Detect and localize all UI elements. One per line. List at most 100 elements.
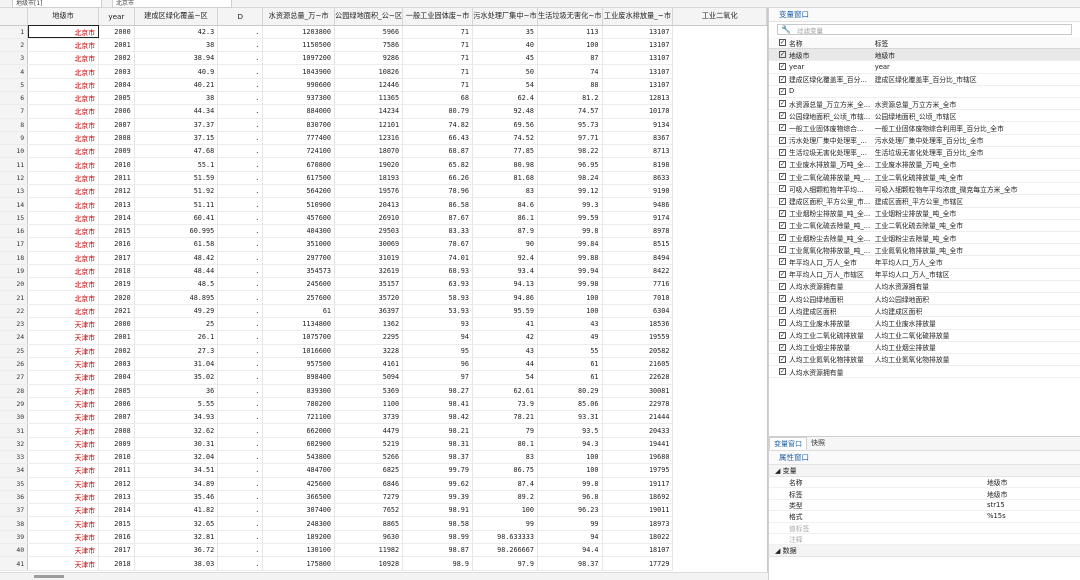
table-cell[interactable]: 5219 xyxy=(334,437,404,452)
table-cell[interactable]: 60.995 xyxy=(134,224,219,239)
table-row[interactable]: 17 北京市 2016 61.58. 351000 30069 78.67 90 99.84 85… xyxy=(0,237,767,252)
table-cell[interactable]: 74 xyxy=(537,64,603,79)
table-cell[interactable]: 81.68 xyxy=(472,171,538,186)
table-cell[interactable]: 8422 xyxy=(602,264,674,279)
table-cell[interactable]: 48.895 xyxy=(134,290,219,305)
table-cell[interactable]: 天津市 xyxy=(27,344,99,358)
table-cell[interactable]: 58.93 xyxy=(402,290,473,305)
table-row[interactable]: 22 北京市 2021 49.29. 61 36397 53.93 95.59 100 6304 xyxy=(0,304,767,319)
tab-snapshots[interactable]: 快照 xyxy=(807,437,829,450)
table-cell[interactable]: 2015 xyxy=(98,516,135,531)
variable-checkbox[interactable]: ✓ xyxy=(779,100,786,108)
variable-list-item[interactable]: ✓ year year xyxy=(769,61,1080,74)
table-cell[interactable]: 18692 xyxy=(602,490,674,505)
variable-checkbox[interactable]: ✓ xyxy=(779,270,786,278)
cell-value[interactable]: 北京市 xyxy=(112,0,232,8)
table-cell[interactable]: 9486 xyxy=(602,197,674,212)
table-cell[interactable]: 777400 xyxy=(262,131,335,146)
variable-list-item[interactable]: ✓ 工业烟粉尘去除量_吨_全... 工业烟粉尘去除量_吨_全市 xyxy=(769,232,1080,245)
table-cell[interactable]: 94 xyxy=(537,530,603,545)
table-row[interactable]: 41 天津市 2018 38.03. 175800 10928 98.9 97.9 98.37 1… xyxy=(0,556,767,571)
table-cell[interactable]: 97.9 xyxy=(472,556,538,571)
table-cell[interactable]: 87.9 xyxy=(472,224,538,239)
table-cell[interactable]: 10170 xyxy=(602,104,674,119)
variable-list-item[interactable]: ✓ 可吸入细颗粒物年平均... 可吸入细颗粒物年平均浓度_微克每立方米_全市 xyxy=(769,183,1080,196)
variable-list-item[interactable]: ✓ D xyxy=(769,86,1080,98)
table-cell[interactable]: 4479 xyxy=(334,423,404,438)
variable-checkbox[interactable]: ✓ xyxy=(779,87,786,95)
table-cell[interactable]: 54 xyxy=(472,370,538,385)
table-cell[interactable]: 99.98 xyxy=(537,277,603,292)
column-header[interactable]: D xyxy=(217,8,264,26)
table-row[interactable]: 12 北京市 2011 51.59. 617500 18193 66.26 81.68 98.2… xyxy=(0,171,767,186)
table-cell[interactable]: 100 xyxy=(537,463,603,478)
table-cell[interactable]: . xyxy=(217,224,264,239)
tab-variables[interactable]: 变量窗口 xyxy=(769,437,807,450)
table-cell[interactable]: . xyxy=(217,344,264,358)
table-cell[interactable]: 87.4 xyxy=(472,477,538,491)
table-cell[interactable]: . xyxy=(217,357,264,372)
table-cell[interactable]: . xyxy=(217,463,264,478)
variable-checkbox[interactable]: ✓ xyxy=(779,282,786,290)
table-cell[interactable]: 2018 xyxy=(98,556,135,571)
variable-list-item[interactable]: ✓ 地级市 地级市 xyxy=(769,49,1080,62)
table-cell[interactable]: 98.633333 xyxy=(472,530,538,545)
table-cell[interactable]: 12101 xyxy=(334,118,404,132)
table-cell[interactable]: 98.24 xyxy=(537,171,603,186)
table-cell[interactable]: 9190 xyxy=(602,184,674,199)
table-cell[interactable]: 35 xyxy=(472,25,538,39)
table-cell[interactable]: 天津市 xyxy=(27,450,99,465)
table-cell[interactable]: 40.9 xyxy=(134,64,219,79)
table-cell[interactable]: 19117 xyxy=(602,477,674,491)
table-cell[interactable]: 45 xyxy=(472,51,538,66)
table-cell[interactable]: 天津市 xyxy=(27,357,99,372)
table-cell[interactable]: 18022 xyxy=(602,530,674,545)
table-cell[interactable]: 99 xyxy=(472,516,538,531)
table-cell[interactable]: 6304 xyxy=(602,304,674,319)
table-cell[interactable]: 43 xyxy=(537,317,603,332)
table-cell[interactable]: 天津市 xyxy=(27,423,99,438)
table-cell[interactable]: . xyxy=(217,304,264,319)
table-cell[interactable]: 85.06 xyxy=(537,397,603,412)
cell-reference[interactable]: 地级市[1] xyxy=(12,0,102,8)
table-cell[interactable]: 8713 xyxy=(602,144,674,159)
table-cell[interactable]: 51.92 xyxy=(134,184,219,199)
table-cell[interactable]: 79 xyxy=(472,423,538,438)
table-cell[interactable]: 2011 xyxy=(98,463,135,478)
table-cell[interactable]: 43 xyxy=(472,344,538,358)
table-cell[interactable]: 10826 xyxy=(334,64,404,79)
table-cell[interactable]: 13107 xyxy=(602,25,674,39)
table-cell[interactable]: . xyxy=(217,450,264,465)
variable-list-item[interactable]: ✓ 年平均人口_万人_全市 年平均人口_万人_全市 xyxy=(769,256,1080,269)
table-cell[interactable]: 天津市 xyxy=(27,543,99,558)
table-cell[interactable]: 2012 xyxy=(98,477,135,491)
table-cell[interactable]: 71 xyxy=(402,38,473,53)
table-cell[interactable]: 44 xyxy=(472,357,538,372)
table-cell[interactable]: 2013 xyxy=(98,197,135,212)
table-cell[interactable]: 北京市 xyxy=(27,197,99,212)
table-cell[interactable]: 80.79 xyxy=(402,104,473,119)
variable-checkbox[interactable]: ✓ xyxy=(779,136,786,144)
table-cell[interactable]: 617500 xyxy=(262,171,335,186)
data-grid[interactable]: 地级市 year 建成区绿化覆盖~区 D 水资源总量_万~市 公园绿地面积_公~区 一般工业… xyxy=(0,8,768,572)
column-header[interactable]: 水资源总量_万~市 xyxy=(262,8,335,26)
table-row[interactable]: 23 天津市 2000 25. 1134800 1362 93 41 43 18536 xyxy=(0,317,767,332)
table-cell[interactable]: 2003 xyxy=(98,357,135,372)
table-cell[interactable]: 天津市 xyxy=(27,437,99,452)
table-cell[interactable]: . xyxy=(217,184,264,199)
table-cell[interactable]: 3739 xyxy=(334,410,404,425)
table-row[interactable]: 21 北京市 2020 48.895. 257600 35720 58.93 94.86 100… xyxy=(0,290,767,305)
table-cell[interactable]: 2004 xyxy=(98,78,135,92)
table-cell[interactable]: 80.98 xyxy=(472,157,538,172)
table-cell[interactable]: 366500 xyxy=(262,490,335,505)
table-cell[interactable]: 51.59 xyxy=(134,171,219,186)
table-cell[interactable]: 898400 xyxy=(262,370,335,385)
table-cell[interactable]: 83.33 xyxy=(402,224,473,239)
variable-filter-input[interactable]: 🔧 过滤变量 xyxy=(777,24,1072,35)
table-cell[interactable]: 3228 xyxy=(334,344,404,358)
table-cell[interactable]: 21444 xyxy=(602,410,674,425)
table-cell[interactable]: 7716 xyxy=(602,277,674,292)
table-cell[interactable]: 49 xyxy=(537,330,603,345)
property-row[interactable]: 值标签 xyxy=(769,523,1080,534)
table-cell[interactable]: 63.93 xyxy=(402,277,473,292)
